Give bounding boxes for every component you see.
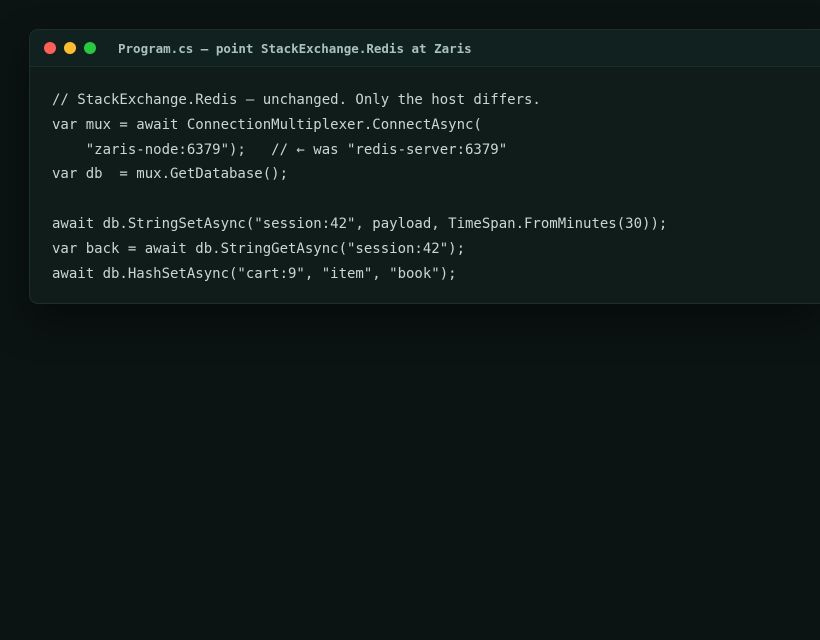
code-line: // StackExchange.Redis — unchanged. Only… — [52, 92, 541, 108]
maximize-window-button[interactable] — [84, 42, 96, 54]
minimize-window-button[interactable] — [64, 42, 76, 54]
code-line: var db = mux.GetDatabase(); — [52, 166, 289, 183]
code-line: var back = await db.StringGetAsync("sess… — [52, 240, 466, 257]
window-titlebar: Program.cs — point StackExchange.Redis a… — [30, 30, 820, 67]
code-line: var mux = await ConnectionMultiplexer.Co… — [52, 116, 482, 133]
code-line: await db.HashSetAsync("cart:9", "item", … — [52, 265, 457, 282]
code-editor[interactable]: // StackExchange.Redis — unchanged. Only… — [30, 67, 820, 286]
code-window: Program.cs — point StackExchange.Redis a… — [29, 29, 820, 304]
code-line: "zaris-node:6379"); // ← was "redis-serv… — [52, 141, 508, 158]
window-title: Program.cs — point StackExchange.Redis a… — [118, 40, 472, 56]
close-window-button[interactable] — [44, 42, 56, 54]
code-line: await db.StringSetAsync("session:42", pa… — [52, 215, 668, 232]
